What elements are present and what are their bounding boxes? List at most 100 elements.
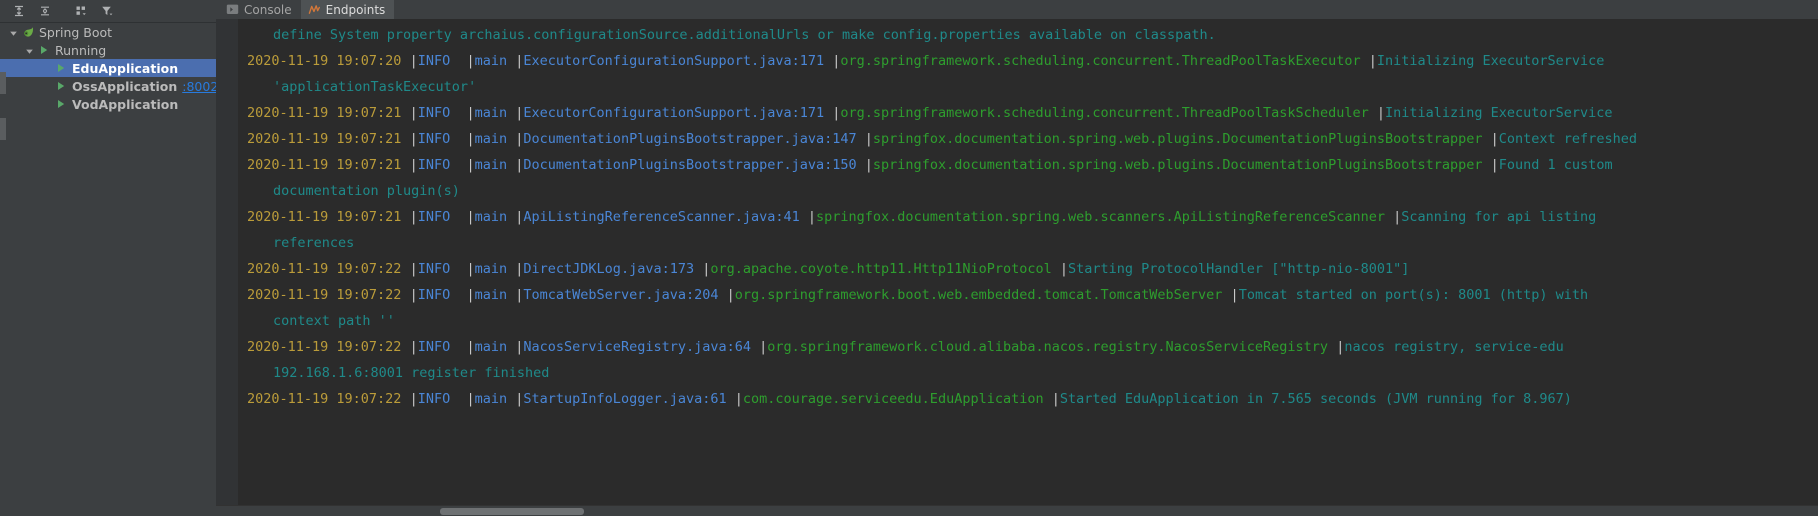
console-continuation-line: references	[239, 230, 1818, 256]
tab-endpoints[interactable]: Endpoints	[300, 0, 395, 19]
console-panel: Console Endpoints define System property…	[216, 0, 1818, 516]
log-thread: main	[474, 105, 516, 121]
chevron-down-icon[interactable]	[8, 27, 19, 38]
console-gutter	[216, 19, 239, 505]
tree-node-eduapplication[interactable]: EduApplication	[0, 59, 216, 77]
log-separator: |	[1230, 287, 1239, 303]
console-log-line: 2020-11-19 19:07:22 |INFO |main |TomcatW…	[239, 282, 1818, 308]
run-triangle-icon	[54, 79, 68, 93]
console-tab-bar: Console Endpoints	[216, 0, 1818, 19]
group-by-icon[interactable]	[68, 1, 94, 21]
log-source: NacosServiceRegistry.java:64	[523, 339, 760, 355]
tab-label: Console	[244, 2, 292, 17]
log-separator: |	[466, 261, 475, 277]
log-level: INFO	[417, 287, 467, 303]
log-level: INFO	[417, 261, 467, 277]
log-thread: main	[474, 391, 516, 407]
console-log-line: 2020-11-19 19:07:20 |INFO |main |Executo…	[239, 48, 1818, 74]
log-timestamp: 2020-11-19 19:07:22	[247, 287, 410, 303]
log-thread: main	[474, 287, 516, 303]
ide-run-window: Spring Boot Running EduApplication OssAp…	[0, 0, 1818, 516]
log-source: ApiListingReferenceScanner.java:41	[523, 209, 808, 225]
log-separator: |	[864, 157, 873, 173]
console-line-text: 192.168.1.6:8001 register finished	[273, 365, 550, 381]
console-log-line: 2020-11-19 19:07:21 |INFO |main |Executo…	[239, 100, 1818, 126]
log-separator: |	[409, 131, 418, 147]
log-thread: main	[474, 261, 516, 277]
endpoints-icon	[308, 3, 321, 16]
log-separator: |	[466, 391, 475, 407]
collapse-all-icon[interactable]	[32, 1, 58, 21]
log-separator: |	[466, 287, 475, 303]
log-level: INFO	[417, 53, 467, 69]
horizontal-scrollbar-thumb[interactable]	[440, 508, 585, 515]
console-log-line: 2020-11-19 19:07:22 |INFO |main |DirectJ…	[239, 256, 1818, 282]
log-separator: |	[466, 131, 475, 147]
horizontal-scrollbar[interactable]	[216, 505, 1818, 516]
filter-icon[interactable]	[94, 1, 120, 21]
log-timestamp: 2020-11-19 19:07:21	[247, 157, 410, 173]
log-separator: |	[1059, 261, 1068, 277]
log-separator: |	[726, 287, 735, 303]
log-source: ExecutorConfigurationSupport.java:171	[523, 53, 833, 69]
log-separator: |	[466, 105, 475, 121]
log-separator: |	[1376, 105, 1385, 121]
log-message: Initializing ExecutorService	[1376, 53, 1605, 69]
log-message: Tomcat started on port(s): 8001 (http) w…	[1238, 287, 1589, 303]
console-line-text: context path ''	[273, 313, 395, 329]
log-timestamp: 2020-11-19 19:07:22	[247, 339, 410, 355]
console-line-text: define System property archaius.configur…	[273, 27, 1216, 43]
log-separator: |	[466, 157, 475, 173]
log-thread: main	[474, 131, 516, 147]
expand-all-icon[interactable]	[6, 1, 32, 21]
edge-handle-upper[interactable]	[0, 72, 6, 94]
log-message: Found 1 custom	[1498, 157, 1613, 173]
log-thread: main	[474, 157, 516, 173]
log-level: INFO	[417, 131, 467, 147]
run-configuration-tree[interactable]: Spring Boot Running EduApplication OssAp…	[0, 23, 216, 516]
chevron-down-icon[interactable]	[24, 45, 35, 56]
console-icon	[226, 3, 239, 16]
run-triangle-icon	[54, 61, 68, 75]
log-separator: |	[864, 131, 873, 147]
tree-node-ossapplication[interactable]: OssApplication :8002/	[0, 77, 216, 95]
log-source: TomcatWebServer.java:204	[523, 287, 727, 303]
log-message: nacos registry, service-edu	[1344, 339, 1564, 355]
spring-leaf-icon	[21, 25, 35, 39]
log-message: Starting ProtocolHandler ["http-nio-8001…	[1068, 261, 1410, 277]
log-separator: |	[409, 391, 418, 407]
console-log-line: 2020-11-19 19:07:22 |INFO |main |NacosSe…	[239, 334, 1818, 360]
log-level: INFO	[417, 339, 467, 355]
log-timestamp: 2020-11-19 19:07:21	[247, 209, 410, 225]
console-line-text: documentation plugin(s)	[273, 183, 460, 199]
tool-window-edge-strip	[0, 26, 6, 196]
log-message: Scanning for api listing	[1401, 209, 1597, 225]
tree-node-vodapplication[interactable]: VodApplication	[0, 95, 216, 113]
log-level: INFO	[417, 105, 467, 121]
log-source: DocumentationPluginsBootstrapper.java:15…	[523, 157, 865, 173]
log-timestamp: 2020-11-19 19:07:21	[247, 131, 410, 147]
console-text[interactable]: define System property archaius.configur…	[239, 19, 1818, 505]
log-separator: |	[1490, 157, 1499, 173]
log-timestamp: 2020-11-19 19:07:21	[247, 105, 410, 121]
tree-node-label: Spring Boot	[39, 24, 113, 40]
console-log-line: 2020-11-19 19:07:21 |INFO |main |Documen…	[239, 152, 1818, 178]
log-message: Context refreshed	[1498, 131, 1637, 147]
log-logger: org.springframework.scheduling.concurren…	[840, 53, 1369, 69]
log-source: DocumentationPluginsBootstrapper.java:14…	[523, 131, 865, 147]
log-separator: |	[466, 339, 475, 355]
tree-node-spring-boot[interactable]: Spring Boot	[0, 23, 216, 41]
log-message: Initializing ExecutorService	[1384, 105, 1613, 121]
log-separator: |	[409, 261, 418, 277]
log-level: INFO	[417, 391, 467, 407]
tree-node-label: OssApplication	[72, 78, 178, 94]
log-timestamp: 2020-11-19 19:07:22	[247, 391, 410, 407]
console-log-line: 2020-11-19 19:07:21 |INFO |main |ApiList…	[239, 204, 1818, 230]
edge-handle-lower[interactable]	[0, 118, 6, 140]
tree-node-running[interactable]: Running	[0, 41, 216, 59]
tree-node-label: Running	[55, 42, 107, 58]
application-port-link[interactable]: :8002/	[182, 79, 216, 94]
tab-console[interactable]: Console	[219, 0, 301, 19]
log-separator: |	[734, 391, 743, 407]
console-continuation-line: 192.168.1.6:8001 register finished	[239, 360, 1818, 386]
